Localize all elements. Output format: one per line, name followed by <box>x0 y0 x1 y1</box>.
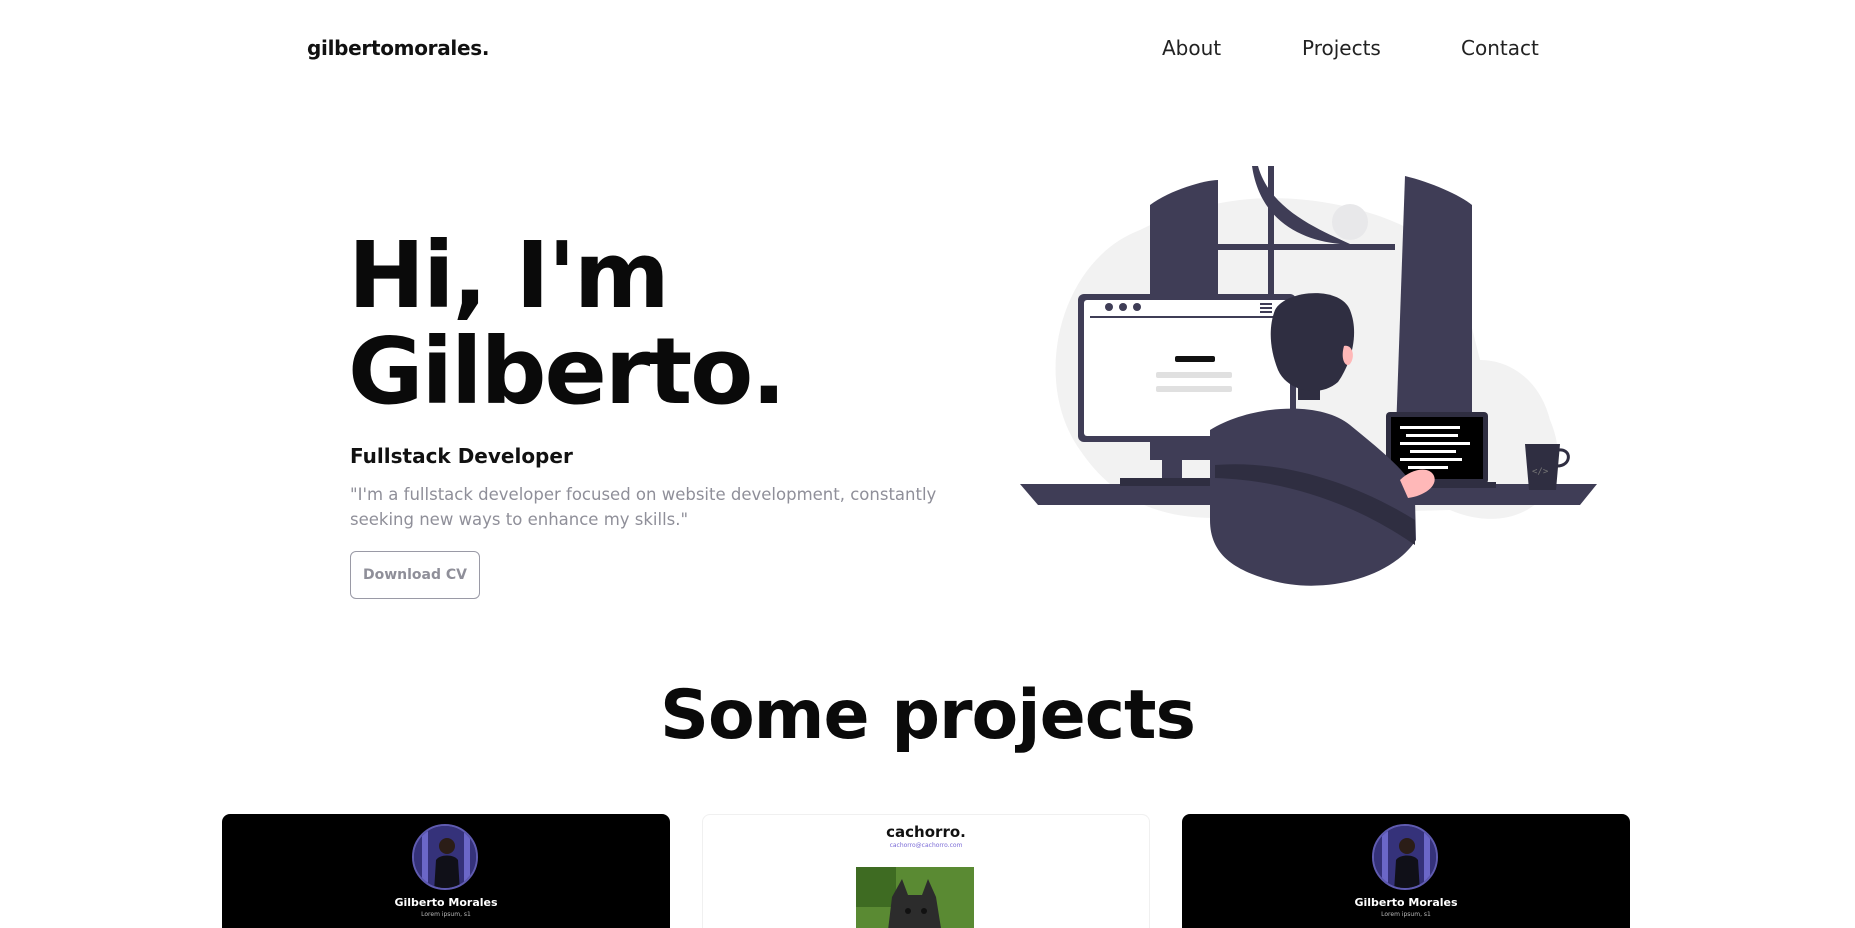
card-subtitle: Lorem ipsum, s1 <box>1381 911 1431 918</box>
nav-link-projects[interactable]: Projects <box>1302 36 1381 60</box>
screen-text-bar <box>1156 372 1232 378</box>
card-name: Gilberto Morales <box>394 896 498 909</box>
projects-title-bold: projects <box>891 676 1196 755</box>
project-card[interactable]: cachorro. cachorro@cachorro.com <box>702 814 1150 928</box>
nav-link-about[interactable]: About <box>1162 36 1221 60</box>
code-line <box>1400 442 1470 445</box>
person-hair <box>1270 293 1355 392</box>
monitor-stand <box>1162 440 1182 480</box>
card-subtitle: Lorem ipsum, s1 <box>421 911 471 918</box>
projects-section-title: Some projects <box>0 676 1855 755</box>
screen-text-bar <box>1156 386 1232 392</box>
browser-dot-icon <box>1105 303 1113 311</box>
download-cv-button[interactable]: Download CV <box>350 551 480 599</box>
top-nav: gilbertomorales. About Projects Contact <box>0 0 1855 100</box>
code-line <box>1400 426 1460 429</box>
code-icon: </> <box>1532 467 1549 477</box>
card-subtitle: cachorro@cachorro.com <box>889 842 963 849</box>
background-dot <box>1332 204 1368 240</box>
card-name: cachorro. <box>886 823 966 841</box>
screen-heading-bar <box>1175 356 1215 362</box>
browser-bar <box>1090 316 1284 318</box>
hero-title: Hi, I'm Gilberto. <box>348 222 786 425</box>
browser-dot-icon <box>1119 303 1127 311</box>
browser-menu-icon <box>1260 307 1272 309</box>
avatar <box>1372 824 1438 890</box>
code-line <box>1408 466 1448 469</box>
code-line <box>1410 450 1456 453</box>
window-bar-horizontal <box>1218 244 1395 250</box>
site-logo[interactable]: gilbertomorales. <box>307 36 489 60</box>
dog-photo <box>856 867 974 928</box>
nav-link-contact[interactable]: Contact <box>1461 36 1539 60</box>
projects-title-light: Some <box>659 676 870 755</box>
hero-title-line-1: Hi, I'm <box>348 222 670 329</box>
monitor-base <box>1120 478 1220 486</box>
card-name: Gilberto Morales <box>1354 896 1458 909</box>
hero-title-line-2: Gilberto. <box>348 318 786 425</box>
project-card[interactable]: Gilberto Morales Lorem ipsum, s1 <box>1182 814 1630 928</box>
code-line <box>1400 458 1462 461</box>
browser-dot-icon <box>1133 303 1141 311</box>
project-card[interactable]: Gilberto Morales Lorem ipsum, s1 <box>222 814 670 928</box>
browser-menu-icon <box>1260 303 1272 305</box>
browser-menu-icon <box>1260 311 1272 313</box>
hero-role: Fullstack Developer <box>350 444 573 468</box>
avatar <box>412 824 478 890</box>
hero-quote: "I'm a fullstack developer focused on we… <box>350 485 937 529</box>
window-bar-vertical <box>1268 166 1274 316</box>
developer-illustration: </> <box>1020 166 1597 586</box>
code-line <box>1406 434 1458 437</box>
